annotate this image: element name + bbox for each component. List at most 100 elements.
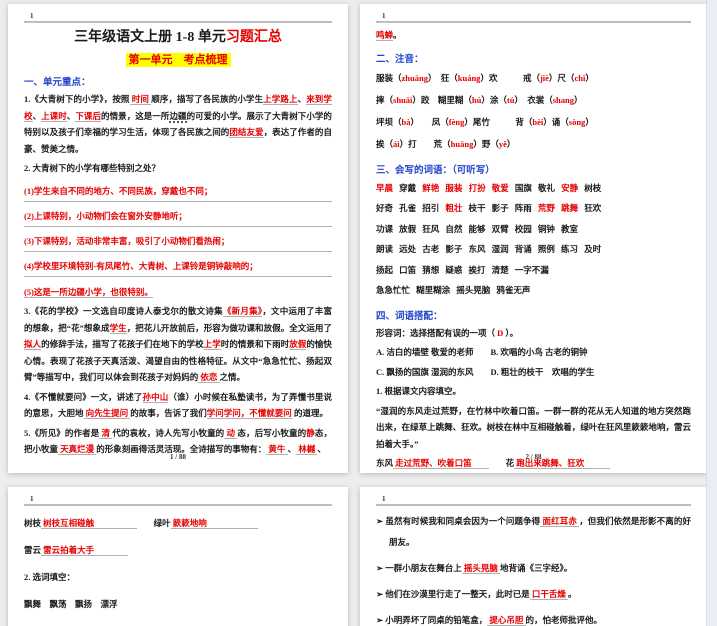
text-run: 形容词：选择搭配有误的一项（ [376, 327, 498, 338]
text-run: 服装（ [376, 72, 402, 83]
text-run: 的情景，这是一所 [101, 110, 170, 121]
answer-text: (2)上课特别，小动物们会在窗外安静地听； [24, 210, 187, 221]
text-run: 的故事，告诉了我们 [130, 408, 207, 418]
text-block: ➢ 他们在沙漠里行走了一整天，此时已是 口干舌燥 。 [376, 584, 691, 605]
answer-text: 学生 [109, 322, 127, 334]
scrollbar[interactable] [706, 0, 717, 626]
text-block: 扬起 口笛 猜想 疑惑 挨打 清楚 一字不漏 [376, 261, 691, 281]
answer-text: 服装 [445, 182, 463, 193]
text-block: 鸣蝉。 [376, 27, 691, 44]
answer-text: fèng [448, 116, 465, 127]
page-content: 树枝 树枝互相碰触 绿叶 簌簌地响 雷云 雷云拍着大手 2. 选词填空： 飘舞 飘… [24, 513, 332, 626]
text-run: 好奇 孔雀 招引 [376, 203, 446, 213]
text-run: ➢ 他们在沙漠里行走了一整天，此时已是 [376, 589, 530, 599]
text-block: “湿润的东风走过荒野，在竹林中吹着口笛。一群一群的花从无人知道的地方突然跑出来，… [376, 403, 691, 453]
text-run: 绿叶 [136, 518, 171, 528]
text-run: ） [506, 138, 516, 149]
page-content: ➢ 虽然有时候我和同桌会因为一个问题争得 面红耳赤 ，但我们依然是形影不离的好朋… [376, 511, 691, 626]
answer-text: 依恋 [198, 372, 220, 383]
answer-text: 跳舞 [561, 203, 579, 213]
document-grid-view: 1 三年级语文上册 1-8 单元习题汇总 第一单元 考点梳理一、单元重点： 1.《大青… [0, 0, 717, 626]
text-block: 急急忙忙 糊里糊涂 摇头晃脑 鸦雀无声 [376, 281, 691, 301]
text-run: 急急忙忙 糊里糊涂 摇头晃脑 鸦雀无声 [376, 285, 531, 295]
unit-subtitle: 第一单元 考点梳理 [24, 51, 332, 67]
text-run: ，把花儿开放前后，形容为做功课和放假。全文运用了 [126, 322, 332, 333]
answer-text: chǐ [574, 72, 586, 83]
page-header-rule [24, 21, 332, 23]
text-run: 、 [297, 94, 307, 104]
answer-text: 上学 [203, 339, 221, 350]
text-run: ➢ 虽然有时候我和同桌会因为一个问题争得 [376, 516, 541, 526]
text-block: 1.《大青树下的小学》，按照 时间 顺序，描写了各民族的小学生上学路上、来到学校… [24, 91, 332, 157]
text-run: ）打 荒（ [399, 138, 451, 149]
answer-text: shuāi [393, 94, 413, 105]
text-block: 2. 大青树下的小学有哪些特别之处？ [24, 160, 332, 177]
text-run: 穿戴 [393, 182, 423, 193]
section-heading: 四、词语搭配： [376, 308, 691, 322]
answer-text: 上课时 [41, 110, 67, 122]
page-header-rule [24, 504, 332, 506]
text-run: 飘舞 飘荡 飘扬 漂浮 [24, 599, 118, 609]
text-run: 代的袁枚，诗人先写小牧童的 [112, 427, 225, 438]
answer-text: 荒野 [537, 203, 555, 213]
answer-text: yě [498, 138, 507, 149]
page-header-number: 1 [30, 12, 34, 20]
text-run: 的，怕老师批评他。 [525, 615, 603, 625]
answer-text: zhuāng [401, 72, 428, 83]
answer-text: 孙中山 [142, 391, 169, 403]
text-block: 形容词：选择搭配有误的一项（ D ）。 [376, 325, 691, 342]
text-run: 顺序，描写了各民族的小学生 [151, 94, 264, 104]
answer-text: 向先生提问 [83, 408, 131, 419]
text-run: ）野（ [473, 138, 499, 149]
answer-text: bà [401, 116, 411, 127]
text-run: 狂欢 [578, 203, 602, 213]
answer-text: (1)学生来自不同的地方、不同民族，穿戴也不同； [24, 185, 213, 196]
text-run: 的道理。 [291, 408, 328, 418]
doc-title: 三年级语文上册 1-8 单元习题汇总 [24, 28, 332, 47]
text-run: ） [573, 94, 583, 105]
text-run: 之情。 [219, 372, 246, 382]
text-run: ）诵（ [543, 116, 569, 127]
text-block: ➢ 虽然有时候我和同桌会因为一个问题争得 面红耳赤 ，但我们依然是形影不离的好朋… [376, 511, 691, 553]
text-run: 雷云 [24, 545, 42, 555]
answer-text: 团结友爱 [229, 127, 264, 138]
text-block: 挨（ái）打 荒（huāng）野（yě） [376, 134, 691, 155]
page-header-number: 1 [382, 12, 386, 20]
text-block: 1. 根据课文内容填空。 [376, 383, 691, 400]
answer-text: ái [393, 138, 400, 149]
text-run: 、 [32, 110, 42, 121]
text-block: 坪坝（bà） 凤（fèng）尾竹 背（bèi）诵（sòng） [376, 112, 691, 133]
text-run: 挨（ [376, 138, 394, 149]
page-3: 1 树枝 树枝互相碰触 绿叶 簌簌地响 雷云 雷云拍着大手 2. 选词填空： 飘舞 … [8, 487, 348, 626]
text-block: A. 洁白的墙壁 敬爱的老师 B. 欢唱的小鸟 古老的铜钟 [376, 344, 691, 361]
answer-text: 拟人 [24, 339, 42, 350]
answer-text: 口干舌燥 [529, 589, 569, 600]
text-block: (3)下课特别，活动非常丰富，吸引了小动物们看热闹； [24, 234, 332, 252]
text-run: ） 狂（ [427, 72, 458, 83]
text-run: ）。 [503, 327, 519, 338]
text-run: 功课 放假 狂风 自然 能够 双臂 校园 铜钟 教室 [376, 223, 579, 234]
text-run: 一、单元重点： [24, 78, 91, 88]
page-content: 鸣蝉。二、注音： 服装（zhuāng） 狂（kuáng）欢 戒（jiè）尺（chǐ… [376, 27, 691, 472]
text-block: (4)学校里环境特别-有凤尾竹、大青树、上课铃是铜钟敲响的； [24, 259, 332, 277]
answer-text: 粗壮 [445, 203, 463, 213]
text-run: 边疆 [169, 110, 187, 123]
text-block: 服装（zhuāng） 狂（kuáng）欢 戒（jiè）尺（chǐ） [376, 68, 691, 89]
text-run: 二、注音： [376, 54, 424, 65]
answer-text: 动 [224, 427, 238, 439]
text-run: 4.《不懂就要问》一文，讲述了 [24, 391, 143, 402]
text-block: 树枝 树枝互相碰触 绿叶 簌簌地响 [24, 513, 332, 533]
answer-text: 敬爱 [491, 182, 509, 193]
text-run: 。 [568, 589, 577, 599]
text-run: A. 洁白的墙壁 敬爱的老师 B. 欢唱的小鸟 古老的铜钟 [376, 347, 588, 357]
text-run: ） 凤（ [410, 116, 449, 127]
text-run: 四、词语搭配： [376, 311, 443, 322]
text-run: “湿润的东风走过荒野，在竹林中吹着口笛。一群一群的花从无人知道的地方突然跑出来，… [376, 405, 691, 449]
page-number-footer: 2 / 88 [525, 453, 542, 461]
text-block: 朗读 远处 古老 影子 东风 湿润 背诵 照例 练习 及时 [376, 240, 691, 260]
page-header-number: 1 [30, 495, 34, 503]
text-block: 2. 选词填空： [24, 567, 332, 587]
answer-text: shang [552, 94, 574, 105]
answer-text: 清 [99, 427, 113, 439]
answer-text: 上学路上 [263, 94, 298, 105]
